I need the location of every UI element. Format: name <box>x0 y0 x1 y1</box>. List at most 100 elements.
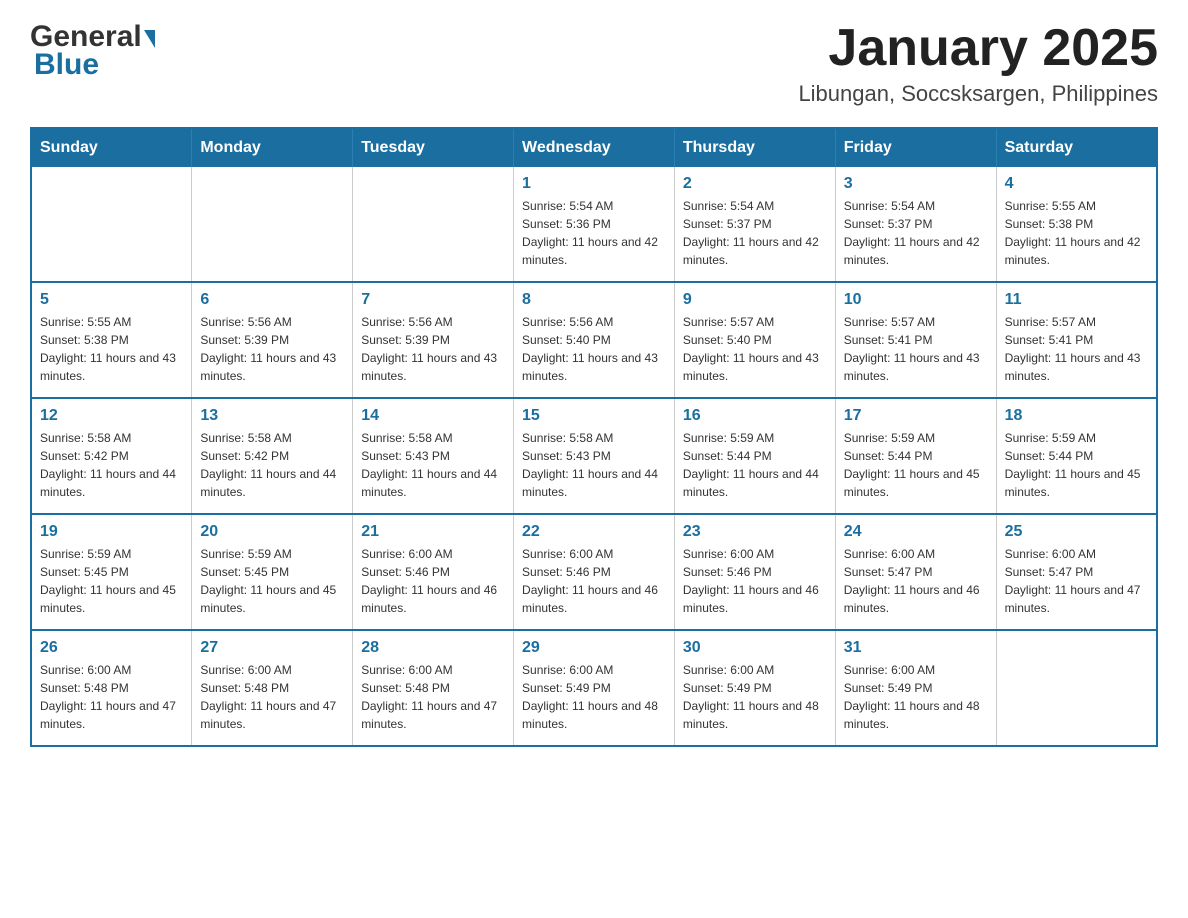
calendar-cell: 4 Sunrise: 5:55 AM Sunset: 5:38 PM Daylig… <box>996 167 1157 282</box>
calendar-cell: 1 Sunrise: 5:54 AM Sunset: 5:36 PM Daylig… <box>514 167 675 282</box>
day-info: Sunrise: 6:00 AM Sunset: 5:46 PM Dayligh… <box>683 545 827 617</box>
day-info: Sunrise: 5:58 AM Sunset: 5:43 PM Dayligh… <box>522 429 666 501</box>
calendar-cell <box>996 630 1157 746</box>
calendar-cell <box>192 167 353 282</box>
calendar-week-row: 12Sunrise: 5:58 AM Sunset: 5:42 PM Dayli… <box>31 398 1157 514</box>
day-info: Sunrise: 6:00 AM Sunset: 5:48 PM Dayligh… <box>200 661 344 733</box>
day-info: Sunrise: 5:57 AM Sunset: 5:41 PM Dayligh… <box>1005 313 1148 385</box>
logo-blue-text: Blue <box>34 48 99 82</box>
calendar-cell: 22 Sunrise: 6:00 AM Sunset: 5:46 PM Dayli… <box>514 514 675 630</box>
day-info: Sunrise: 5:56 AM Sunset: 5:39 PM Dayligh… <box>200 313 344 385</box>
day-number: 22 <box>522 523 666 541</box>
weekday-header-friday: Friday <box>835 128 996 167</box>
day-info: Sunrise: 6:00 AM Sunset: 5:46 PM Dayligh… <box>361 545 505 617</box>
page-header: General Blue January 2025 Libungan, Socc… <box>30 20 1158 107</box>
calendar-week-row: 1 Sunrise: 5:54 AM Sunset: 5:36 PM Daylig… <box>31 167 1157 282</box>
day-info: Sunrise: 6:00 AM Sunset: 5:49 PM Dayligh… <box>683 661 827 733</box>
calendar-cell: 8Sunrise: 5:56 AM Sunset: 5:40 PM Daylig… <box>514 282 675 398</box>
day-number: 25 <box>1005 523 1148 541</box>
day-info: Sunrise: 6:00 AM Sunset: 5:48 PM Dayligh… <box>361 661 505 733</box>
title-section: January 2025 Libungan, Soccsksargen, Phi… <box>798 20 1158 107</box>
month-year-title: January 2025 <box>798 20 1158 77</box>
calendar-cell: 7 Sunrise: 5:56 AM Sunset: 5:39 PM Daylig… <box>353 282 514 398</box>
calendar-week-row: 5Sunrise: 5:55 AM Sunset: 5:38 PM Daylig… <box>31 282 1157 398</box>
weekday-header-saturday: Saturday <box>996 128 1157 167</box>
day-info: Sunrise: 5:54 AM Sunset: 5:37 PM Dayligh… <box>683 197 827 269</box>
calendar-cell: 16Sunrise: 5:59 AM Sunset: 5:44 PM Dayli… <box>674 398 835 514</box>
day-number: 24 <box>844 523 988 541</box>
day-info: Sunrise: 5:59 AM Sunset: 5:45 PM Dayligh… <box>40 545 183 617</box>
day-info: Sunrise: 5:55 AM Sunset: 5:38 PM Dayligh… <box>1005 197 1148 269</box>
day-info: Sunrise: 5:56 AM Sunset: 5:39 PM Dayligh… <box>361 313 505 385</box>
day-number: 16 <box>683 407 827 425</box>
day-info: Sunrise: 5:54 AM Sunset: 5:37 PM Dayligh… <box>844 197 988 269</box>
day-number: 28 <box>361 639 505 657</box>
logo-triangle-icon <box>144 30 155 48</box>
day-number: 21 <box>361 523 505 541</box>
day-number: 26 <box>40 639 183 657</box>
day-number: 6 <box>200 291 344 309</box>
day-number: 20 <box>200 523 344 541</box>
calendar-cell <box>353 167 514 282</box>
calendar-cell: 9Sunrise: 5:57 AM Sunset: 5:40 PM Daylig… <box>674 282 835 398</box>
weekday-header-tuesday: Tuesday <box>353 128 514 167</box>
day-number: 7 <box>361 291 505 309</box>
calendar-cell: 20 Sunrise: 5:59 AM Sunset: 5:45 PM Dayli… <box>192 514 353 630</box>
calendar-cell: 29 Sunrise: 6:00 AM Sunset: 5:49 PM Dayli… <box>514 630 675 746</box>
calendar-cell: 17 Sunrise: 5:59 AM Sunset: 5:44 PM Dayli… <box>835 398 996 514</box>
day-info: Sunrise: 5:58 AM Sunset: 5:43 PM Dayligh… <box>361 429 505 501</box>
weekday-header-sunday: Sunday <box>31 128 192 167</box>
day-number: 3 <box>844 175 988 193</box>
calendar-table: SundayMondayTuesdayWednesdayThursdayFrid… <box>30 127 1158 747</box>
day-info: Sunrise: 6:00 AM Sunset: 5:49 PM Dayligh… <box>522 661 666 733</box>
day-number: 10 <box>844 291 988 309</box>
calendar-cell: 18Sunrise: 5:59 AM Sunset: 5:44 PM Dayli… <box>996 398 1157 514</box>
day-number: 1 <box>522 175 666 193</box>
weekday-header-monday: Monday <box>192 128 353 167</box>
day-number: 11 <box>1005 291 1148 309</box>
calendar-cell: 13Sunrise: 5:58 AM Sunset: 5:42 PM Dayli… <box>192 398 353 514</box>
day-info: Sunrise: 5:57 AM Sunset: 5:40 PM Dayligh… <box>683 313 827 385</box>
calendar-cell: 6 Sunrise: 5:56 AM Sunset: 5:39 PM Daylig… <box>192 282 353 398</box>
calendar-cell: 27 Sunrise: 6:00 AM Sunset: 5:48 PM Dayli… <box>192 630 353 746</box>
day-info: Sunrise: 5:59 AM Sunset: 5:44 PM Dayligh… <box>844 429 988 501</box>
calendar-cell: 15 Sunrise: 5:58 AM Sunset: 5:43 PM Dayli… <box>514 398 675 514</box>
day-number: 14 <box>361 407 505 425</box>
day-info: Sunrise: 5:59 AM Sunset: 5:44 PM Dayligh… <box>1005 429 1148 501</box>
calendar-cell: 23 Sunrise: 6:00 AM Sunset: 5:46 PM Dayli… <box>674 514 835 630</box>
day-info: Sunrise: 5:58 AM Sunset: 5:42 PM Dayligh… <box>40 429 183 501</box>
day-number: 15 <box>522 407 666 425</box>
calendar-cell: 21 Sunrise: 6:00 AM Sunset: 5:46 PM Dayli… <box>353 514 514 630</box>
calendar-cell: 10 Sunrise: 5:57 AM Sunset: 5:41 PM Dayli… <box>835 282 996 398</box>
calendar-cell: 12Sunrise: 5:58 AM Sunset: 5:42 PM Dayli… <box>31 398 192 514</box>
day-info: Sunrise: 5:57 AM Sunset: 5:41 PM Dayligh… <box>844 313 988 385</box>
day-number: 30 <box>683 639 827 657</box>
day-info: Sunrise: 5:58 AM Sunset: 5:42 PM Dayligh… <box>200 429 344 501</box>
location-subtitle: Libungan, Soccsksargen, Philippines <box>798 81 1158 107</box>
day-number: 5 <box>40 291 183 309</box>
calendar-cell: 30 Sunrise: 6:00 AM Sunset: 5:49 PM Dayli… <box>674 630 835 746</box>
calendar-cell: 28 Sunrise: 6:00 AM Sunset: 5:48 PM Dayli… <box>353 630 514 746</box>
weekday-header-wednesday: Wednesday <box>514 128 675 167</box>
day-number: 23 <box>683 523 827 541</box>
day-number: 4 <box>1005 175 1148 193</box>
calendar-cell: 2 Sunrise: 5:54 AM Sunset: 5:37 PM Daylig… <box>674 167 835 282</box>
weekday-header-thursday: Thursday <box>674 128 835 167</box>
calendar-cell: 14 Sunrise: 5:58 AM Sunset: 5:43 PM Dayli… <box>353 398 514 514</box>
calendar-cell: 19Sunrise: 5:59 AM Sunset: 5:45 PM Dayli… <box>31 514 192 630</box>
calendar-week-row: 19Sunrise: 5:59 AM Sunset: 5:45 PM Dayli… <box>31 514 1157 630</box>
day-number: 29 <box>522 639 666 657</box>
day-number: 2 <box>683 175 827 193</box>
calendar-cell: 31Sunrise: 6:00 AM Sunset: 5:49 PM Dayli… <box>835 630 996 746</box>
day-info: Sunrise: 5:54 AM Sunset: 5:36 PM Dayligh… <box>522 197 666 269</box>
day-info: Sunrise: 6:00 AM Sunset: 5:46 PM Dayligh… <box>522 545 666 617</box>
day-info: Sunrise: 6:00 AM Sunset: 5:49 PM Dayligh… <box>844 661 988 733</box>
logo: General Blue <box>30 20 155 82</box>
calendar-cell: 5Sunrise: 5:55 AM Sunset: 5:38 PM Daylig… <box>31 282 192 398</box>
day-number: 8 <box>522 291 666 309</box>
day-info: Sunrise: 6:00 AM Sunset: 5:47 PM Dayligh… <box>1005 545 1148 617</box>
calendar-cell: 26Sunrise: 6:00 AM Sunset: 5:48 PM Dayli… <box>31 630 192 746</box>
day-number: 17 <box>844 407 988 425</box>
day-number: 27 <box>200 639 344 657</box>
day-info: Sunrise: 5:59 AM Sunset: 5:45 PM Dayligh… <box>200 545 344 617</box>
